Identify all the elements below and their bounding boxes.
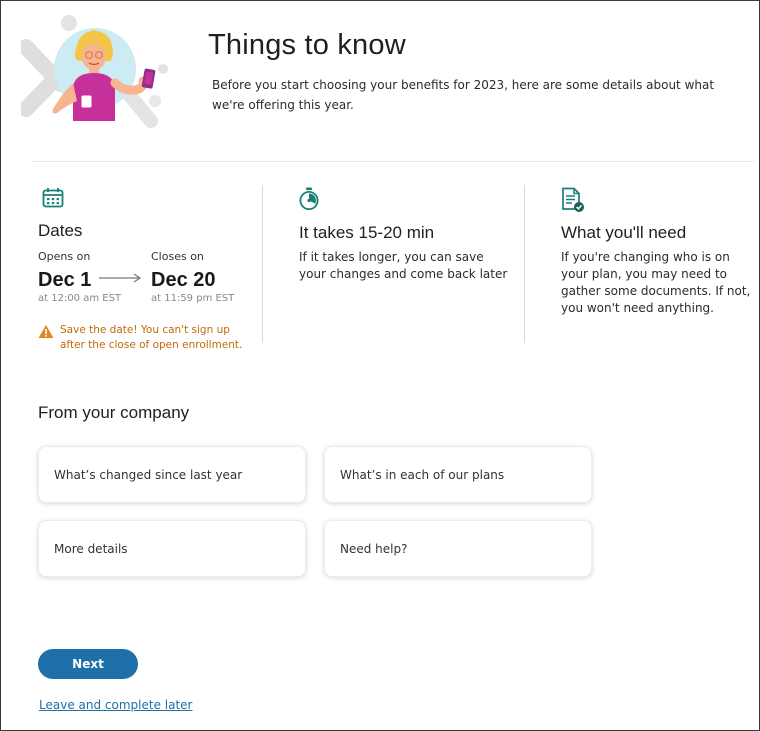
- need-help-card[interactable]: Need help?: [324, 520, 592, 577]
- whats-changed-card[interactable]: What’s changed since last year: [38, 446, 306, 503]
- page: Things to know Before you start choosing…: [0, 0, 760, 731]
- closes-label: Closes on: [151, 250, 204, 263]
- column-divider: [262, 185, 263, 343]
- company-section-title: From your company: [38, 403, 190, 422]
- needs-title: What you'll need: [561, 223, 687, 242]
- closes-time: at 11:59 pm EST: [151, 293, 235, 304]
- more-details-card[interactable]: More details: [38, 520, 306, 577]
- hero-illustration: [21, 15, 168, 128]
- stopwatch-icon: [299, 187, 319, 211]
- closes-date: Dec 20: [151, 269, 216, 291]
- intro-text: Before you start choosing your benefits …: [212, 78, 715, 112]
- arrow-right-icon: [99, 273, 142, 283]
- next-button[interactable]: Next: [38, 649, 138, 679]
- opens-date: Dec 1: [38, 269, 92, 291]
- plans-overview-card[interactable]: What’s in each of our plans: [324, 446, 592, 503]
- leave-and-complete-later-link[interactable]: Leave and complete later: [39, 698, 192, 712]
- warning-text: Save the date! You can't sign up after t…: [60, 324, 243, 351]
- column-divider: [524, 185, 525, 343]
- divider: [31, 161, 755, 162]
- enrollment-warning: Save the date! You can't sign up after t…: [38, 323, 258, 353]
- warning-icon: [38, 325, 54, 338]
- duration-body: If it takes longer, you can save your ch…: [299, 250, 508, 281]
- page-title: Things to know: [208, 29, 406, 61]
- opens-time: at 12:00 am EST: [38, 293, 122, 304]
- calendar-icon: [42, 188, 64, 208]
- document-check-icon: [562, 187, 584, 212]
- needs-body: If you're changing who is on your plan, …: [561, 250, 751, 315]
- opens-label: Opens on: [38, 250, 91, 263]
- dates-title: Dates: [38, 221, 83, 240]
- duration-title: It takes 15-20 min: [299, 223, 435, 242]
